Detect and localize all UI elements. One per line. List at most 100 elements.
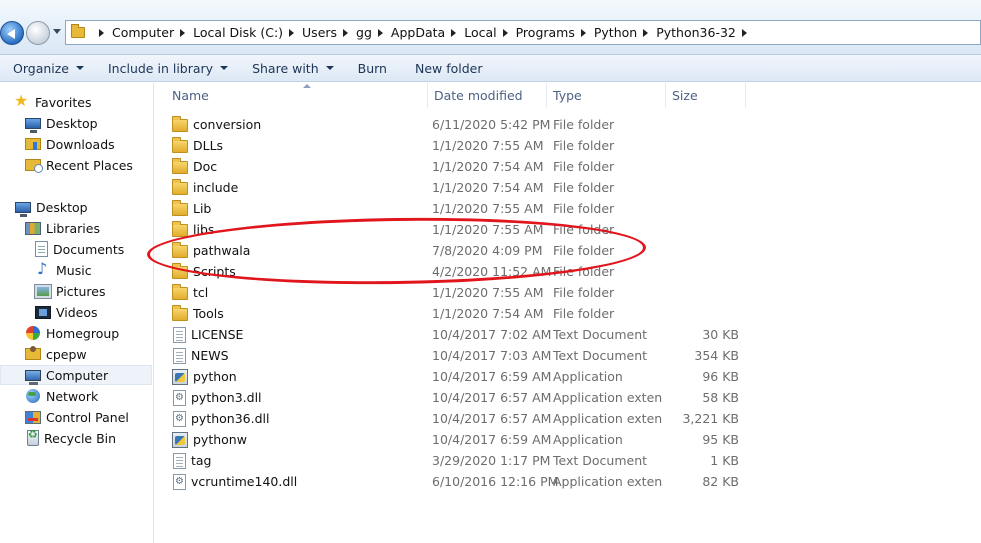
include-in-library-button[interactable]: Include in library [101, 57, 235, 79]
navigation-pane: Favorites Desktop Downloads Recent Place… [0, 83, 154, 543]
breadcrumb-separator-icon[interactable] [180, 28, 186, 37]
file-name-cell[interactable]: NEWS [172, 345, 229, 366]
file-row[interactable]: python36.dll 10/4/2017 6:57 AMApplication… [155, 408, 981, 429]
file-name-cell[interactable]: pythonw [172, 429, 247, 450]
file-row[interactable]: vcruntime140.dll 6/10/2016 12:16 PMApplic… [155, 471, 981, 492]
nav-favorites-desktop[interactable]: Desktop [25, 113, 98, 133]
forward-arrow-icon[interactable] [26, 21, 50, 45]
nav-user-cpepw[interactable]: cpepw [25, 344, 87, 364]
breadcrumb-item-local[interactable]: Local [464, 25, 496, 40]
file-row[interactable]: include 1/1/2020 7:54 AM File folder [155, 177, 981, 198]
nav-documents[interactable]: Documents [35, 239, 124, 259]
file-row[interactable]: conversion 6/11/2020 5:42 PM File folder [155, 114, 981, 135]
homegroup-icon [25, 325, 41, 341]
file-name-cell[interactable]: python36.dll [172, 408, 270, 429]
breadcrumb-item-python36-32[interactable]: Python36-32 [656, 25, 736, 40]
file-name-cell[interactable]: tag [172, 450, 212, 471]
breadcrumb-separator-icon[interactable] [580, 28, 586, 37]
file-size: 3,221 KB [682, 411, 739, 426]
file-row[interactable]: python3.dll 10/4/2017 6:57 AMApplication … [155, 387, 981, 408]
column-header-name-label: Name [172, 88, 209, 103]
file-type: Application extens... [553, 411, 663, 426]
file-row[interactable]: Tools 1/1/2020 7:54 AM File folder [155, 303, 981, 324]
file-name-cell[interactable]: LICENSE [172, 324, 243, 345]
nav-control-panel[interactable]: Control Panel [25, 407, 129, 427]
column-header-name[interactable]: Name [166, 83, 428, 108]
file-name-cell[interactable]: Doc [172, 156, 217, 177]
file-name-cell[interactable]: vcruntime140.dll [172, 471, 297, 492]
nav-network[interactable]: Network [25, 386, 98, 406]
file-name-cell[interactable]: tcl [172, 282, 208, 303]
breadcrumb-separator-icon[interactable] [289, 28, 295, 37]
file-name-cell[interactable]: libs [172, 219, 214, 240]
file-row[interactable]: tag 3/29/2020 1:17 PM Text Document 1 KB [155, 450, 981, 471]
column-header-date-modified[interactable]: Date modified [428, 83, 547, 108]
file-row[interactable]: NEWS 10/4/2017 7:03 AM Text Document 354 KB [155, 345, 981, 366]
column-header-type[interactable]: Type [547, 83, 666, 108]
nav-recent-places[interactable]: Recent Places [25, 155, 133, 175]
organize-button[interactable]: Organize [6, 57, 91, 79]
breadcrumb-separator-icon[interactable] [451, 28, 457, 37]
file-row[interactable]: pythonw 10/4/2017 6:59 AM Application 95 KB [155, 429, 981, 450]
back-arrow-icon[interactable] [0, 21, 24, 45]
breadcrumb-item-appdata[interactable]: AppData [391, 25, 445, 40]
file-row[interactable]: Lib 1/1/2020 7:55 AM File folder [155, 198, 981, 219]
breadcrumb-item-programs[interactable]: Programs [516, 25, 575, 40]
file-row[interactable]: Doc 1/1/2020 7:54 AM File folder [155, 156, 981, 177]
file-type: File folder [553, 201, 615, 216]
recent-pages-chevron-down-icon[interactable] [53, 29, 61, 34]
breadcrumb[interactable]: Computer Local Disk (C:) Users gg AppDat… [65, 20, 981, 45]
file-row[interactable]: tcl 1/1/2020 7:55 AM File folder [155, 282, 981, 303]
breadcrumb-item-gg[interactable]: gg [356, 25, 372, 40]
file-row[interactable]: pathwala 7/8/2020 4:09 PM File folder [155, 240, 981, 261]
nav-videos[interactable]: Videos [35, 302, 98, 322]
file-row[interactable]: python 10/4/2017 6:59 AM Application 96 KB [155, 366, 981, 387]
file-name-cell[interactable]: python3.dll [172, 387, 262, 408]
file-name: pythonw [193, 432, 247, 447]
file-row[interactable]: LICENSE 10/4/2017 7:02 AM Text Document 30 … [155, 324, 981, 345]
nav-desktop[interactable]: Desktop [15, 197, 88, 217]
downloads-folder-icon [25, 138, 41, 150]
burn-button[interactable]: Burn [351, 57, 394, 79]
chevron-down-icon [220, 66, 229, 70]
breadcrumb-separator-icon[interactable] [643, 28, 649, 37]
file-name: include [193, 180, 239, 195]
file-name-cell[interactable]: python [172, 366, 237, 387]
breadcrumb-separator-icon[interactable] [741, 28, 747, 37]
file-name-cell[interactable]: Tools [172, 303, 224, 324]
breadcrumb-separator-icon[interactable] [99, 28, 104, 37]
nav-recycle-bin[interactable]: Recycle Bin [25, 428, 116, 448]
breadcrumb-separator-icon[interactable] [343, 28, 349, 37]
nav-favorites[interactable]: Favorites [14, 91, 91, 112]
file-size: 58 KB [702, 390, 739, 405]
nav-music[interactable]: Music [35, 259, 92, 280]
file-name-cell[interactable]: Lib [172, 198, 211, 219]
breadcrumb-item-local-disk[interactable]: Local Disk (C:) [193, 25, 283, 40]
file-row[interactable]: DLLs 1/1/2020 7:55 AM File folder [155, 135, 981, 156]
nav-downloads[interactable]: Downloads [25, 134, 115, 154]
nav-pictures[interactable]: Pictures [34, 281, 106, 301]
new-folder-button[interactable]: New folder [408, 57, 490, 79]
file-name-cell[interactable]: DLLs [172, 135, 223, 156]
recent-places-icon [25, 159, 43, 173]
breadcrumb-item-computer[interactable]: Computer [112, 25, 174, 40]
file-row[interactable]: libs 1/1/2020 7:55 AM File folder [155, 219, 981, 240]
share-with-button[interactable]: Share with [245, 57, 341, 79]
column-header-size[interactable]: Size [666, 83, 746, 108]
address-bar-area: Computer Local Disk (C:) Users gg AppDat… [0, 0, 981, 55]
file-name-cell[interactable]: include [172, 177, 238, 198]
file-row[interactable]: Scripts 4/2/2020 11:52 AM File folder [155, 261, 981, 282]
share-with-label: Share with [252, 60, 319, 76]
breadcrumb-separator-icon[interactable] [377, 28, 383, 37]
nav-computer[interactable]: Computer [0, 365, 152, 385]
breadcrumb-separator-icon[interactable] [502, 28, 508, 37]
file-name-cell[interactable]: pathwala [172, 240, 250, 261]
folder-icon [172, 221, 188, 237]
breadcrumb-item-python[interactable]: Python [594, 25, 637, 40]
file-name-cell[interactable]: Scripts [172, 261, 236, 282]
file-name-cell[interactable]: conversion [172, 114, 261, 135]
breadcrumb-item-users[interactable]: Users [302, 25, 337, 40]
python-app-icon [172, 431, 188, 448]
nav-homegroup[interactable]: Homegroup [25, 323, 119, 343]
nav-libraries[interactable]: Libraries [25, 218, 100, 238]
